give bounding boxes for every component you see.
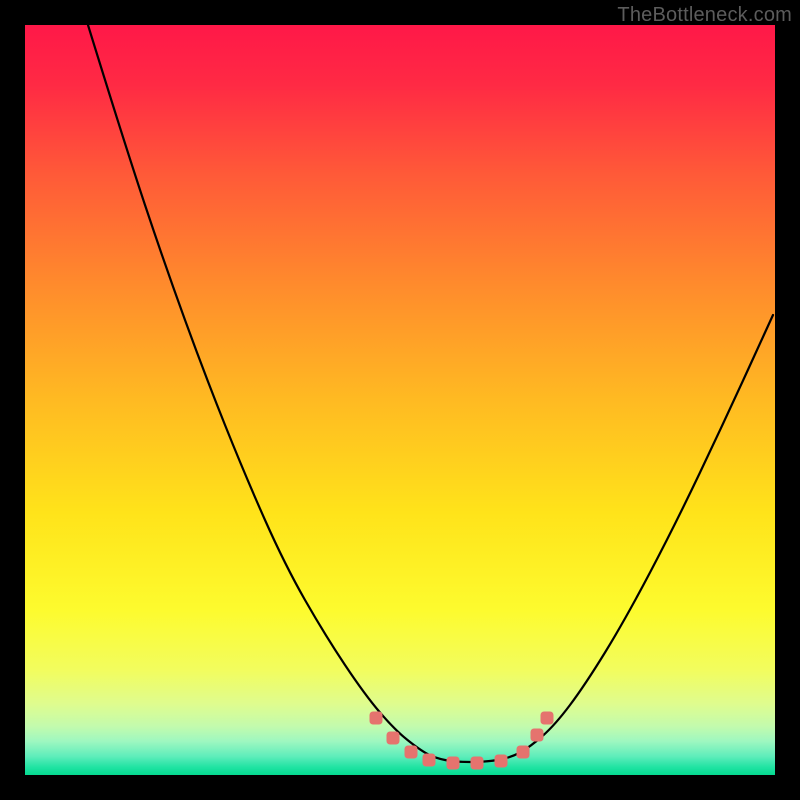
- marker-dot: [517, 746, 530, 759]
- marker-dot: [370, 712, 383, 725]
- bottleneck-curve: [25, 25, 775, 775]
- marker-dot: [471, 757, 484, 770]
- marker-dot: [495, 755, 508, 768]
- marker-dot: [405, 746, 418, 759]
- chart-plot-area: [25, 25, 775, 775]
- marker-dot: [423, 754, 436, 767]
- marker-dot: [447, 757, 460, 770]
- marker-dot: [531, 729, 544, 742]
- marker-dot: [387, 732, 400, 745]
- marker-dot: [541, 712, 554, 725]
- watermark-text: TheBottleneck.com: [617, 4, 792, 27]
- curve-line: [88, 25, 773, 762]
